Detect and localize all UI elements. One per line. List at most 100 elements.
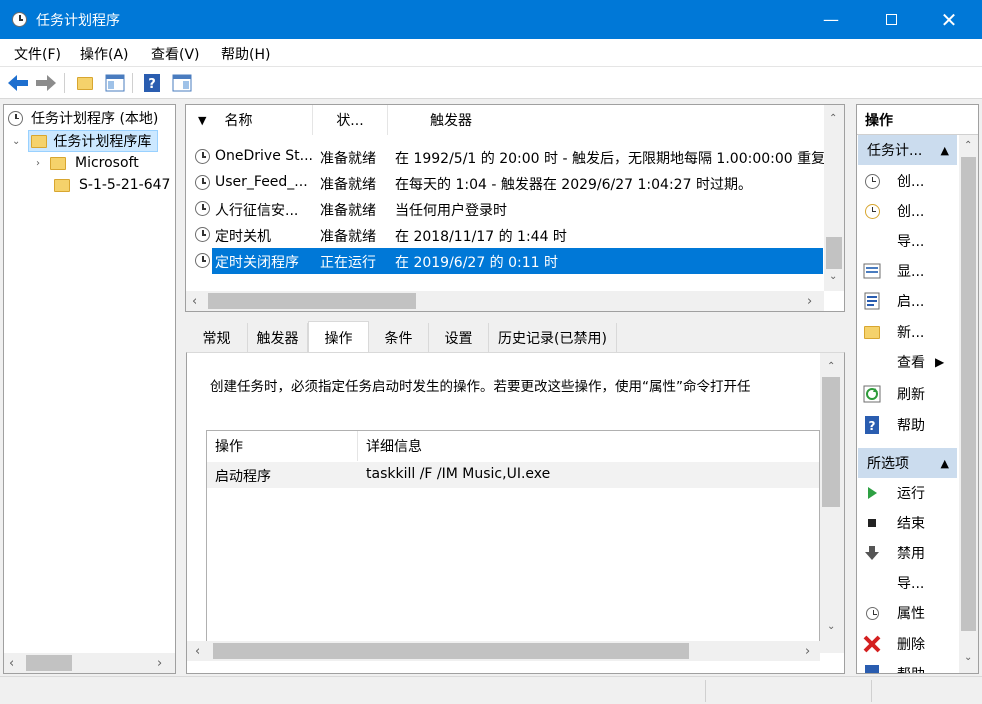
scroll-up-icon[interactable]: ⌃ [827, 361, 835, 372]
action-display-running-tasks[interactable]: 显... [862, 257, 924, 285]
scroll-right-icon[interactable]: › [807, 294, 812, 309]
task-detail-pane: 创建任务时，必须指定任务启动时发生的操作。若要更改这些操作，使用“属性”命令打开… [186, 352, 845, 674]
table-row[interactable]: OneDrive St... 准备就绪 在 1992/5/1 的 20:00 时… [186, 144, 826, 170]
action-pane-icon [172, 74, 192, 92]
action-label: 结束 [897, 516, 925, 532]
tree-library[interactable]: ⌄ 任务计划程序库 [12, 130, 159, 152]
scroll-right-icon[interactable]: › [157, 656, 162, 671]
tree-item-label: S-1-5-21-647 [79, 177, 171, 193]
scroll-left-icon[interactable]: ‹ [192, 294, 197, 309]
scrollbar-thumb[interactable] [961, 157, 976, 631]
task-list-horizontal-scrollbar[interactable]: ‹ › [186, 291, 824, 311]
create-basic-task-icon [864, 173, 880, 189]
actions-section-selected-item[interactable]: 所选项 ▲ [858, 448, 957, 478]
action-export[interactable]: 导... [862, 569, 924, 597]
scroll-up-icon[interactable]: ⌃ [964, 140, 972, 151]
scroll-up-icon[interactable]: ⌃ [829, 113, 837, 124]
status-divider [871, 680, 872, 702]
tab-history[interactable]: 历史记录(已禁用) [489, 323, 617, 352]
action-view[interactable]: 查看 ▶ [862, 348, 944, 376]
scrollbar-thumb[interactable] [822, 377, 840, 507]
action-refresh[interactable]: 刷新 [862, 380, 925, 408]
action-enable-history[interactable]: 启... [862, 287, 924, 315]
chevron-right-icon[interactable]: › [36, 158, 40, 169]
menu-file[interactable]: 文件(F) [14, 44, 61, 64]
up-folder-button[interactable] [73, 71, 97, 95]
table-row-selected[interactable]: 定时关闭程序 正在运行 在 2019/6/27 的 0:11 时 [212, 248, 823, 274]
section-label: 任务计... [867, 143, 923, 159]
action-help[interactable]: ? 帮助 [862, 411, 925, 439]
scrollbar-thumb[interactable] [208, 293, 416, 309]
task-trigger: 在 2018/11/17 的 1:44 时 [395, 229, 567, 245]
menu-view[interactable]: 查看(V) [151, 44, 200, 64]
toolbar-separator [64, 73, 65, 93]
tree-horizontal-scrollbar[interactable]: ‹ › [4, 653, 175, 673]
tab-general[interactable]: 常规 [186, 323, 248, 352]
task-trigger: 在 1992/5/1 的 20:00 时 - 触发后，无限期地每隔 1.00:0… [395, 151, 826, 167]
action-create-basic-task[interactable]: 创... [862, 167, 924, 195]
forward-button[interactable] [34, 71, 58, 95]
actions-section-task-scheduler[interactable]: 任务计... ▲ [858, 135, 957, 165]
column-header-action[interactable]: 操作 [207, 431, 358, 461]
blank-icon [862, 352, 882, 372]
detail-horizontal-scrollbar[interactable]: ‹ › [187, 641, 820, 661]
action-help-selected[interactable]: 帮助 [862, 660, 957, 673]
help-button[interactable]: ? [140, 71, 164, 95]
close-button[interactable]: ✕ [926, 0, 972, 39]
action-end[interactable]: 结束 [862, 509, 925, 537]
back-button[interactable] [6, 71, 30, 95]
scroll-down-icon[interactable]: ⌄ [964, 652, 972, 663]
action-new-folder[interactable]: 新... [862, 318, 924, 346]
collapse-up-icon[interactable]: ▲ [941, 144, 949, 157]
history-log-icon [864, 292, 880, 310]
action-import-task[interactable]: 导... [862, 227, 924, 255]
scroll-down-icon[interactable]: ⌄ [827, 621, 835, 632]
table-row[interactable]: 人行征信安... 准备就绪 当任何用户登录时 [186, 196, 826, 222]
action-delete[interactable]: 删除 [862, 630, 925, 658]
action-label: 创... [897, 174, 925, 190]
table-row[interactable]: 定时关机 准备就绪 在 2018/11/17 的 1:44 时 [186, 222, 826, 248]
svg-text:?: ? [869, 419, 876, 433]
properties-clock-icon [865, 606, 879, 620]
tab-triggers[interactable]: 触发器 [248, 323, 308, 352]
table-row[interactable]: User_Feed_... 准备就绪 在每天的 1:04 - 触发器在 2029… [186, 170, 826, 196]
blank-icon [862, 231, 882, 251]
scrollbar-thumb[interactable] [26, 655, 72, 671]
collapse-up-icon[interactable]: ▲ [941, 457, 949, 470]
actions-pane-scrollbar[interactable]: ⌃ ⌄ [959, 135, 978, 673]
menu-help[interactable]: 帮助(H) [221, 44, 270, 64]
action-details: taskkill /F /IM Music,UI.exe [366, 466, 551, 482]
action-create-task[interactable]: 创... [862, 197, 924, 225]
table-row[interactable]: 启动程序 taskkill /F /IM Music,UI.exe [207, 462, 819, 488]
minimize-button[interactable]: — [808, 0, 854, 39]
column-header-status[interactable]: 状... [313, 105, 388, 135]
tab-settings[interactable]: 设置 [429, 323, 489, 352]
tab-conditions[interactable]: 条件 [369, 323, 429, 352]
scroll-down-icon[interactable]: ⌄ [829, 271, 837, 282]
detail-vertical-scrollbar[interactable]: ⌃ ⌄ [820, 353, 844, 653]
scrollbar-thumb[interactable] [826, 237, 842, 269]
scroll-right-icon[interactable]: › [805, 644, 810, 659]
column-header-details[interactable]: 详细信息 [358, 431, 818, 461]
tree-item-microsoft[interactable]: › Microsoft [36, 152, 139, 174]
task-list-vertical-scrollbar[interactable]: ⌃ ⌄ [824, 105, 844, 291]
action-label: 禁用 [897, 546, 925, 562]
chevron-down-icon[interactable]: ⌄ [12, 136, 20, 147]
menu-action[interactable]: 操作(A) [80, 44, 129, 64]
column-header-trigger[interactable]: 触发器 [388, 105, 824, 135]
tree-item-sid[interactable]: S-1-5-21-647 [54, 174, 174, 196]
folder-icon [54, 178, 70, 192]
column-header-name[interactable]: ▼ 名称 [186, 105, 313, 135]
show-hide-console-tree-button[interactable] [103, 71, 127, 95]
action-run[interactable]: 运行 [862, 479, 925, 507]
scroll-left-icon[interactable]: ‹ [9, 656, 14, 671]
sort-down-icon: ▼ [198, 113, 207, 127]
scroll-left-icon[interactable]: ‹ [195, 644, 200, 659]
tab-actions[interactable]: 操作 [308, 321, 369, 353]
maximize-button[interactable] [868, 0, 914, 39]
scrollbar-thumb[interactable] [213, 643, 689, 659]
show-hide-action-pane-button[interactable] [170, 71, 194, 95]
tree-root[interactable]: 任务计划程序 (本地) [8, 107, 158, 129]
action-disable[interactable]: 禁用 [862, 539, 925, 567]
action-properties[interactable]: 属性 [862, 599, 925, 627]
